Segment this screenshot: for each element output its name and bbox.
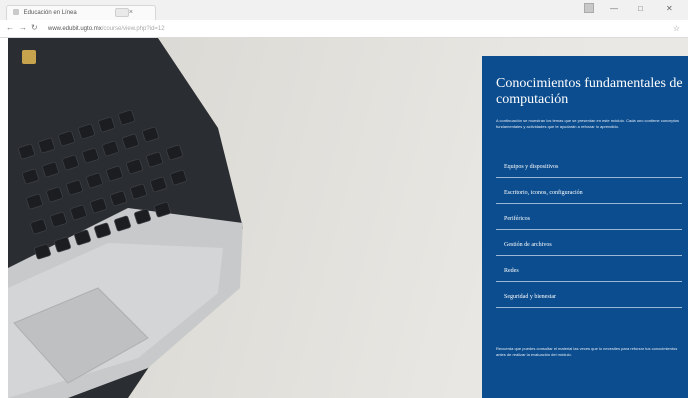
module-panel: Conocimientos fundamentales de computaci… [482, 56, 688, 398]
address-bar: ← → ↻ www.edubit.ugto.mx/course/view.php… [0, 20, 688, 38]
back-icon[interactable]: ← [6, 24, 14, 32]
browser-tab[interactable]: Educación en Línea × [6, 5, 156, 20]
bookmark-star-icon[interactable]: ☆ [673, 24, 680, 33]
favicon-icon [13, 9, 19, 15]
forward-icon[interactable]: → [19, 24, 27, 32]
menu-item-equipos[interactable]: Equipos y dispositivos [496, 152, 682, 178]
page-background: Conocimientos fundamentales de computaci… [8, 38, 688, 398]
url-path: /course/view.php?id=12 [101, 26, 165, 32]
menu-item-redes[interactable]: Redes [496, 256, 682, 282]
tab-title: Educación en Línea [23, 10, 77, 16]
menu-item-seguridad[interactable]: Seguridad y bienestar [496, 282, 682, 308]
url-field[interactable]: www.edubit.ugto.mx/course/view.php?id=12 [48, 23, 668, 35]
topic-menu: Equipos y dispositivos Escritorio, icono… [496, 152, 682, 308]
reload-icon[interactable]: ↻ [31, 24, 38, 32]
menu-item-archivos[interactable]: Gestión de archivos [496, 230, 682, 256]
url-host: www.edubit.ugto.mx [48, 26, 102, 32]
panel-footer-note: Recuerda que puedes consultar el materia… [496, 346, 678, 357]
new-tab-button[interactable] [115, 8, 129, 17]
panel-title: Conocimientos fundamentales de computaci… [496, 76, 683, 107]
close-window-icon[interactable]: ✕ [666, 4, 673, 13]
browser-titlebar: Educación en Línea × — □ ✕ [0, 0, 688, 20]
maximize-icon[interactable]: □ [638, 4, 643, 13]
tab-close-icon[interactable]: × [129, 6, 133, 20]
profile-icon[interactable] [584, 3, 594, 13]
menu-item-escritorio[interactable]: Escritorio, iconos, configuración [496, 178, 682, 204]
minimize-icon[interactable]: — [610, 4, 618, 13]
menu-item-perifericos[interactable]: Periféricos [496, 204, 682, 230]
laptop-photo [8, 38, 243, 398]
logo-wordmark [40, 52, 70, 56]
panel-intro: A continuación se muestran los temas que… [496, 118, 680, 129]
university-logo-icon [22, 50, 36, 64]
